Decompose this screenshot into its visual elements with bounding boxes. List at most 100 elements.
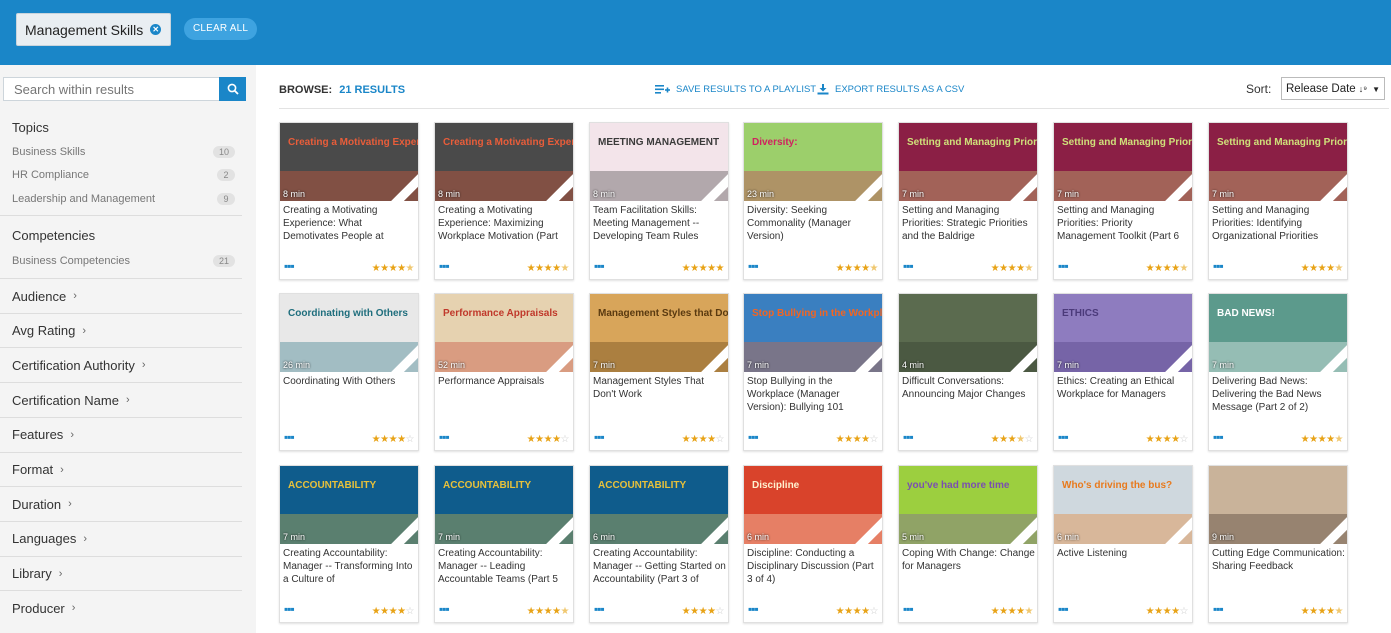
more-options-icon[interactable]: ▪▪▪ xyxy=(284,260,295,272)
export-csv-link[interactable]: EXPORT RESULTS AS A CSV xyxy=(817,84,964,95)
facet-item-business-competencies[interactable]: Business Competencies 21 xyxy=(12,255,235,267)
course-card[interactable]: Creating a Motivating Experience8 minCre… xyxy=(279,122,419,280)
course-thumbnail[interactable]: Discipline 6 min xyxy=(744,466,882,544)
more-options-icon[interactable]: ▪▪▪ xyxy=(903,603,914,615)
course-title[interactable]: Performance Appraisals xyxy=(438,375,572,415)
more-options-icon[interactable]: ▪▪▪ xyxy=(439,603,450,615)
more-options-icon[interactable]: ▪▪▪ xyxy=(594,603,605,615)
course-thumbnail[interactable]: BAD NEWS! 7 min xyxy=(1209,294,1347,372)
course-card[interactable]: Diversity: 23 min Diversity: Seeking Commo… xyxy=(743,122,883,280)
more-options-icon[interactable]: ▪▪▪ xyxy=(284,431,295,443)
course-thumbnail[interactable]: you've had more time 5 min xyxy=(899,466,1037,544)
facet-group-library[interactable]: Library › xyxy=(0,555,242,591)
search-button[interactable] xyxy=(219,77,246,101)
course-title[interactable]: Active Listening xyxy=(1057,547,1191,587)
course-card[interactable]: you've had more time 5 min Coping With Cha… xyxy=(898,465,1038,623)
search-input[interactable] xyxy=(4,78,221,100)
facet-group-certification-authority[interactable]: Certification Authority › xyxy=(0,347,242,382)
course-card[interactable]: Creating a Motivating Experience8 minCre… xyxy=(434,122,574,280)
course-title[interactable]: Discipline: Conducting a Disciplinary Di… xyxy=(747,547,881,587)
course-card[interactable]: Who's driving the bus? 6 min Active Listen… xyxy=(1053,465,1193,623)
more-options-icon[interactable]: ▪▪▪ xyxy=(903,431,914,443)
course-card[interactable]: Setting and Managing Priorities7 minSett… xyxy=(1208,122,1348,280)
course-title[interactable]: Difficult Conversations: Announcing Majo… xyxy=(902,375,1036,415)
course-title[interactable]: Cutting Edge Communication: Sharing Feed… xyxy=(1212,547,1346,587)
more-options-icon[interactable]: ▪▪▪ xyxy=(1058,603,1069,615)
course-title[interactable]: Coping With Change: Change for Managers xyxy=(902,547,1036,587)
clear-all-button[interactable]: CLEAR ALL xyxy=(184,18,258,40)
course-thumbnail[interactable]: 4 min xyxy=(899,294,1037,372)
filter-chip[interactable]: Management Skills ✕ xyxy=(16,13,172,46)
course-card[interactable]: Setting and Managing Priorities7 minSett… xyxy=(1053,122,1193,280)
facet-group-certification-name[interactable]: Certification Name › xyxy=(0,382,242,417)
more-options-icon[interactable]: ▪▪▪ xyxy=(903,260,914,272)
facet-item-hr-compliance[interactable]: HR Compliance 2 xyxy=(12,169,235,181)
facet-group-duration[interactable]: Duration › xyxy=(0,486,242,521)
facet-group-producer[interactable]: Producer › xyxy=(0,590,242,625)
course-card[interactable]: Setting and Managing Priorities7 minSett… xyxy=(898,122,1038,280)
course-title[interactable]: Stop Bullying in the Workplace (Manager … xyxy=(747,375,881,415)
course-title[interactable]: Creating Accountability: Manager -- Gett… xyxy=(593,547,727,587)
course-thumbnail[interactable]: 9 min xyxy=(1209,466,1347,544)
more-options-icon[interactable]: ▪▪▪ xyxy=(1058,260,1069,272)
course-thumbnail[interactable]: Who's driving the bus? 6 min xyxy=(1054,466,1192,544)
sort-dropdown[interactable]: Release Date ↓⁹ ▼ xyxy=(1281,77,1385,100)
more-options-icon[interactable]: ▪▪▪ xyxy=(1213,603,1224,615)
remove-filter-icon[interactable]: ✕ xyxy=(150,24,162,35)
more-options-icon[interactable]: ▪▪▪ xyxy=(1058,431,1069,443)
course-thumbnail[interactable]: Creating a Motivating Experience 8 min xyxy=(280,123,418,201)
course-card[interactable]: ACCOUNTABILITY 6 min Creating Accountabili… xyxy=(589,465,729,623)
course-card[interactable]: Management Styles that Don't Work7 minMa… xyxy=(589,293,729,451)
course-card[interactable]: ETHICS 7 min Ethics: Creating an Ethical W… xyxy=(1053,293,1193,451)
course-title[interactable]: Setting and Managing Priorities: Identif… xyxy=(1212,204,1346,244)
more-options-icon[interactable]: ▪▪▪ xyxy=(439,431,450,443)
more-options-icon[interactable]: ▪▪▪ xyxy=(1213,260,1224,272)
course-card[interactable]: 4 min Difficult Conversations: Announcing… xyxy=(898,293,1038,451)
course-title[interactable]: Creating a Motivating Experience: What D… xyxy=(283,204,417,244)
course-thumbnail[interactable]: Management Styles that Don't Work 7 min xyxy=(590,294,728,372)
course-title[interactable]: Ethics: Creating an Ethical Workplace fo… xyxy=(1057,375,1191,415)
course-card[interactable]: BAD NEWS! 7 min Delivering Bad News: Deliv… xyxy=(1208,293,1348,451)
course-title[interactable]: Creating Accountability: Manager -- Tran… xyxy=(283,547,417,587)
facet-group-audience[interactable]: Audience › xyxy=(0,278,242,313)
course-title[interactable]: Diversity: Seeking Commonality (Manager … xyxy=(747,204,881,244)
course-thumbnail[interactable]: Creating a Motivating Experience 8 min xyxy=(435,123,573,201)
results-count[interactable]: 21 RESULTS xyxy=(339,84,405,96)
course-thumbnail[interactable]: Setting and Managing Priorities 7 min xyxy=(1054,123,1192,201)
course-card[interactable]: ACCOUNTABILITY 7 min Creating Accountabili… xyxy=(279,465,419,623)
course-thumbnail[interactable]: Setting and Managing Priorities 7 min xyxy=(899,123,1037,201)
course-title[interactable]: Setting and Managing Priorities: Strateg… xyxy=(902,204,1036,244)
more-options-icon[interactable]: ▪▪▪ xyxy=(748,603,759,615)
course-thumbnail[interactable]: Performance Appraisals 52 min xyxy=(435,294,573,372)
more-options-icon[interactable]: ▪▪▪ xyxy=(594,431,605,443)
course-card[interactable]: Performance Appraisals 52 min Performance … xyxy=(434,293,574,451)
facet-group-format[interactable]: Format › xyxy=(0,451,242,487)
course-thumbnail[interactable]: Stop Bullying in the Workplace 7 min xyxy=(744,294,882,372)
save-playlist-link[interactable]: SAVE RESULTS TO A PLAYLIST xyxy=(655,84,816,95)
more-options-icon[interactable]: ▪▪▪ xyxy=(439,260,450,272)
course-thumbnail[interactable]: ACCOUNTABILITY 7 min xyxy=(280,466,418,544)
facet-item-leadership-management[interactable]: Leadership and Management 9 xyxy=(12,193,235,205)
course-thumbnail[interactable]: Diversity: 23 min xyxy=(744,123,882,201)
course-title[interactable]: Creating Accountability: Manager -- Lead… xyxy=(438,547,572,587)
more-options-icon[interactable]: ▪▪▪ xyxy=(1213,431,1224,443)
more-options-icon[interactable]: ▪▪▪ xyxy=(748,431,759,443)
facet-item-business-skills[interactable]: Business Skills 10 xyxy=(12,146,235,158)
course-title[interactable]: Management Styles That Don't Work xyxy=(593,375,727,415)
facet-group-avg-rating[interactable]: Avg Rating › xyxy=(0,312,242,348)
course-card[interactable]: MEETING MANAGEMENT 8 min Team Facilitation… xyxy=(589,122,729,280)
course-thumbnail[interactable]: Coordinating with Others 26 min xyxy=(280,294,418,372)
course-thumbnail[interactable]: ETHICS 7 min xyxy=(1054,294,1192,372)
course-thumbnail[interactable]: MEETING MANAGEMENT 8 min xyxy=(590,123,728,201)
facet-group-languages[interactable]: Languages › xyxy=(0,520,242,556)
course-thumbnail[interactable]: ACCOUNTABILITY 6 min xyxy=(590,466,728,544)
facet-group-features[interactable]: Features › xyxy=(0,416,242,452)
course-card[interactable]: ACCOUNTABILITY 7 min Creating Accountabili… xyxy=(434,465,574,623)
course-title[interactable]: Team Facilitation Skills: Meeting Manage… xyxy=(593,204,727,244)
more-options-icon[interactable]: ▪▪▪ xyxy=(748,260,759,272)
course-card[interactable]: Coordinating with Others 26 min Coordinati… xyxy=(279,293,419,451)
course-thumbnail[interactable]: Setting and Managing Priorities 7 min xyxy=(1209,123,1347,201)
course-card[interactable]: Discipline 6 min Discipline: Conducting a … xyxy=(743,465,883,623)
course-card[interactable]: 9 min Cutting Edge Communication: Sharing… xyxy=(1208,465,1348,623)
course-title[interactable]: Setting and Managing Priorities: Priorit… xyxy=(1057,204,1191,244)
